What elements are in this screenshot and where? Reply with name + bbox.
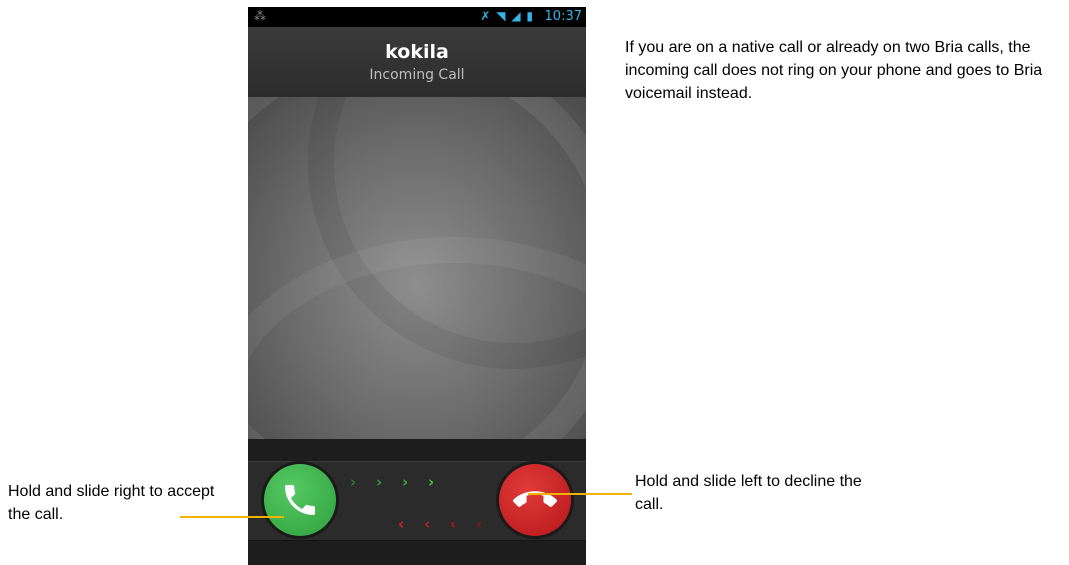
chevron-right-icon: › xyxy=(402,473,409,491)
accept-call-callout: Hold and slide right to accept the call. xyxy=(8,483,215,523)
wifi-icon: ◥ xyxy=(496,9,507,23)
chevron-left-icon: ‹ xyxy=(476,515,483,533)
voicemail-note: If you are on a native call or already o… xyxy=(625,39,1043,102)
hang-up-icon xyxy=(513,491,557,507)
accept-call-button[interactable] xyxy=(264,464,336,536)
chevron-left-icon: ‹ xyxy=(450,515,457,533)
signal-icon: ◢ xyxy=(511,9,522,23)
chevron-right-icon: › xyxy=(428,473,435,491)
chevron-left-icon: ‹ xyxy=(424,515,431,533)
battery-icon: ▮ xyxy=(526,9,534,23)
caller-photo-placeholder xyxy=(248,97,586,439)
incoming-call-control-bar: › › › › ‹ ‹ ‹ ‹ xyxy=(248,439,586,565)
status-time: 10:37 xyxy=(544,9,582,24)
chevron-right-icon: › xyxy=(350,473,357,491)
chevron-left-icon: ‹ xyxy=(398,515,405,533)
accept-callout-leader-line xyxy=(180,516,284,518)
status-icons: ✗ ◥ ◢ ▮ xyxy=(480,9,534,23)
call-header: kokila Incoming Call xyxy=(248,27,586,97)
phone-icon xyxy=(285,485,315,515)
decline-callout-leader-line xyxy=(528,493,632,495)
decline-call-button[interactable] xyxy=(499,464,571,536)
call-status: Incoming Call xyxy=(369,67,465,83)
chevron-right-icon: › xyxy=(376,473,383,491)
no-sim-icon: ✗ xyxy=(480,9,492,23)
status-bar: ⁂ ✗ ◥ ◢ ▮ 10:37 xyxy=(248,7,586,27)
decline-call-callout: Hold and slide left to decline the call. xyxy=(635,473,862,513)
phone-screen: ⁂ ✗ ◥ ◢ ▮ 10:37 kokila Incoming Call › ›… xyxy=(248,7,586,565)
caller-name: kokila xyxy=(385,41,449,63)
notification-icon: ⁂ xyxy=(254,9,266,23)
